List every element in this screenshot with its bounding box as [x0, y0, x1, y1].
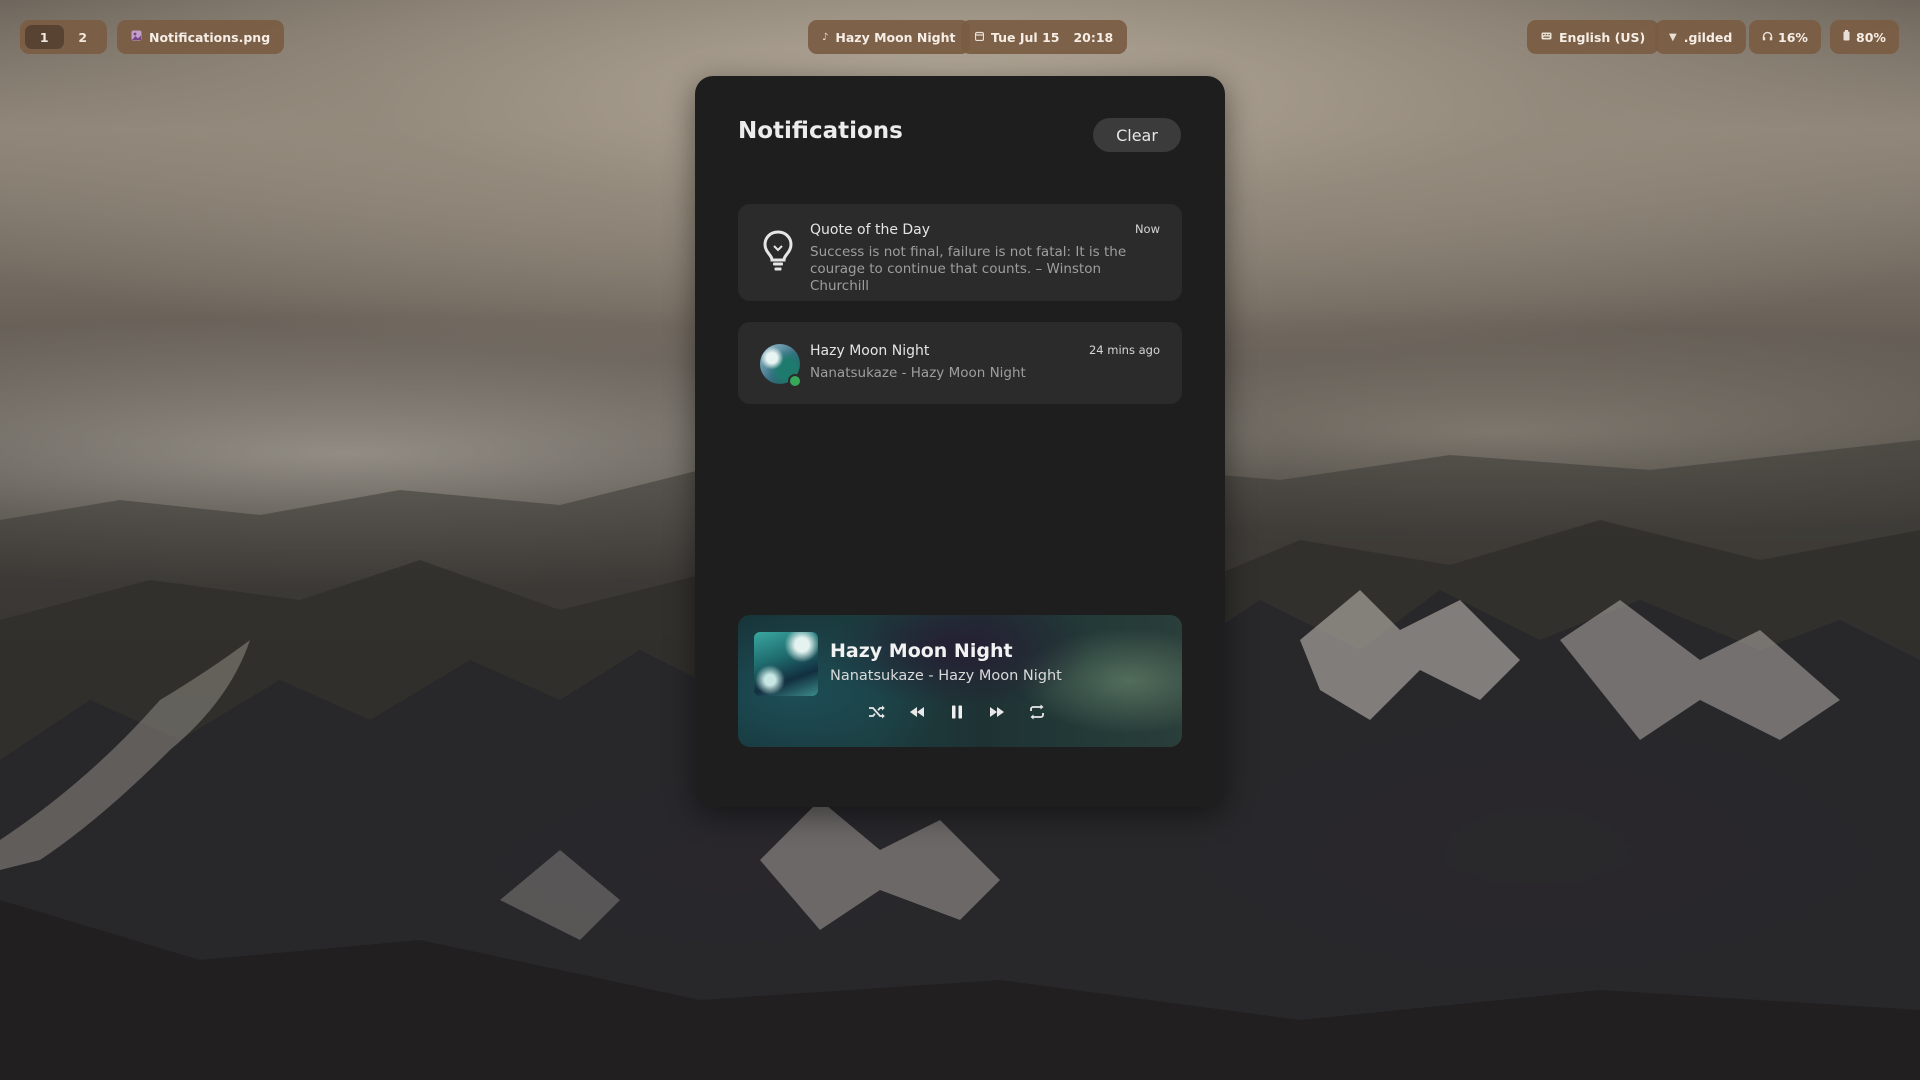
media-player: Hazy Moon Night Nanatsukaze - Hazy Moon … — [738, 615, 1182, 747]
clock-pill[interactable]: Tue Jul 15 20:18 — [961, 20, 1128, 54]
clear-button[interactable]: Clear — [1093, 118, 1181, 152]
battery-icon — [1843, 30, 1850, 44]
date-label: Tue Jul 15 — [991, 29, 1060, 45]
keyboard-icon — [1541, 32, 1552, 43]
notification-title: Quote of the Day — [810, 222, 931, 238]
notification-card[interactable]: Hazy Moon Night 24 mins ago Nanatsukaze … — [738, 322, 1182, 404]
wifi-icon: ▼ — [1669, 31, 1677, 43]
previous-icon[interactable] — [906, 701, 928, 723]
headphones-icon — [1762, 31, 1773, 44]
notification-time: 24 mins ago — [1088, 343, 1160, 357]
lightbulb-icon — [762, 229, 794, 277]
image-file-icon — [131, 30, 142, 44]
music-note-icon: ♪ — [822, 31, 829, 43]
panel-title: Notifications — [738, 118, 903, 144]
player-subtitle: Nanatsukaze - Hazy Moon Night — [830, 668, 1062, 684]
app-badge-icon — [788, 374, 802, 388]
keyboard-layout-pill[interactable]: English (US) — [1527, 20, 1660, 54]
volume-pill[interactable]: 16% — [1749, 20, 1821, 54]
workspace-switcher: 1 2 — [20, 20, 107, 54]
notification-body: Nanatsukaze - Hazy Moon Night — [810, 365, 1026, 381]
volume-label: 16% — [1778, 29, 1808, 45]
battery-pill[interactable]: 80% — [1830, 20, 1899, 54]
notification-center: Notifications Clear Quote of the Day Now… — [695, 76, 1225, 807]
player-title: Hazy Moon Night — [830, 640, 1013, 662]
shuffle-icon[interactable] — [866, 701, 888, 723]
time-label: 20:18 — [1073, 29, 1114, 45]
battery-label: 80% — [1856, 29, 1886, 45]
notification-body: Success is not final, failure is not fat… — [810, 244, 1127, 294]
media-pill[interactable]: ♪ Hazy Moon Night — [808, 20, 970, 54]
notification-time: Now — [1134, 222, 1160, 236]
active-window-pill[interactable]: Notifications.png — [117, 20, 285, 54]
notification-card[interactable]: Quote of the Day Now Success is not fina… — [738, 204, 1182, 301]
active-window-title: Notifications.png — [149, 29, 271, 45]
media-title: Hazy Moon Night — [835, 29, 956, 45]
workspace-1[interactable]: 1 — [25, 25, 64, 49]
calendar-icon — [974, 31, 985, 44]
keyboard-layout-label: English (US) — [1559, 29, 1646, 45]
next-icon[interactable] — [986, 701, 1008, 723]
network-pill[interactable]: ▼ .gilded — [1655, 20, 1747, 54]
repeat-icon[interactable] — [1026, 701, 1048, 723]
album-art — [754, 632, 818, 696]
network-label: .gilded — [1683, 29, 1733, 45]
pause-icon[interactable] — [946, 701, 968, 723]
workspace-2[interactable]: 2 — [64, 25, 103, 49]
notification-title: Hazy Moon Night — [810, 343, 930, 359]
